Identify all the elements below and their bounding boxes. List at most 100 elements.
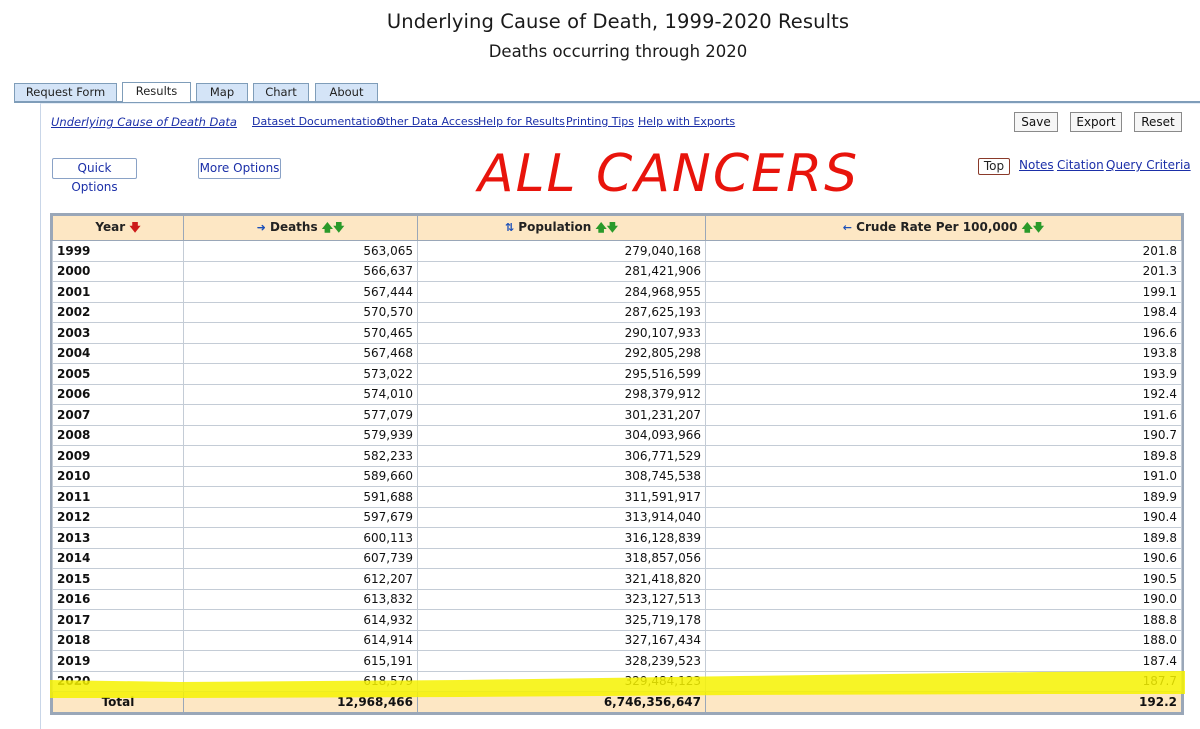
results-table: Year 🡇 ➜ Deaths 🡅🡇 ⇅ Population 🡅🡇 ← Cru… — [52, 215, 1182, 713]
year-cell: 2020 — [52, 670, 184, 692]
swap-icon: ⇅ — [504, 220, 515, 234]
year-cell: 2017 — [52, 609, 184, 631]
arrow-right-icon: ➜ — [256, 220, 266, 234]
notes-link[interactable]: Notes — [1019, 158, 1054, 172]
table-row: 2006 574,010 298,379,912 192.4 — [52, 383, 1182, 405]
crude-rate-cell: 190.4 — [705, 506, 1182, 528]
deaths-header-label: Deaths — [269, 219, 318, 234]
sort-updown-icon[interactable]: 🡅🡇 — [596, 221, 619, 234]
crude-rate-cell: 201.3 — [705, 260, 1182, 282]
total-crude-rate-cell: 192.2 — [705, 691, 1182, 713]
crude-rate-cell: 193.9 — [705, 363, 1182, 385]
population-cell: 298,379,912 — [417, 383, 706, 405]
population-cell: 308,745,538 — [417, 465, 706, 487]
export-button[interactable]: Export — [1070, 112, 1122, 132]
table-row: 2005 573,022 295,516,599 193.9 — [52, 363, 1182, 385]
year-cell: 2006 — [52, 383, 184, 405]
tab-results[interactable]: Results — [122, 82, 191, 102]
year-cell: 2010 — [52, 465, 184, 487]
table-row: 2008 579,939 304,093,966 190.7 — [52, 424, 1182, 446]
deaths-cell: 570,570 — [183, 301, 418, 323]
table-row: 2010 589,660 308,745,538 191.0 — [52, 465, 1182, 487]
table-row: 2012 597,679 313,914,040 190.4 — [52, 506, 1182, 528]
crude-rate-cell: 198.4 — [705, 301, 1182, 323]
table-row: 2014 607,739 318,857,056 190.6 — [52, 547, 1182, 569]
year-header-label: Year — [95, 219, 126, 234]
crude-rate-cell: 188.8 — [705, 609, 1182, 631]
dataset-link[interactable]: Underlying Cause of Death Data — [51, 115, 237, 129]
save-button[interactable]: Save — [1014, 112, 1058, 132]
help-results-link[interactable]: Help for Results — [478, 115, 565, 128]
year-cell: 2005 — [52, 363, 184, 385]
table-row: 2004 567,468 292,805,298 193.8 — [52, 342, 1182, 364]
population-cell: 284,968,955 — [417, 281, 706, 303]
population-cell: 311,591,917 — [417, 486, 706, 508]
arrow-left-icon: ← — [842, 220, 852, 234]
year-cell: 2009 — [52, 445, 184, 467]
year-cell: 2000 — [52, 260, 184, 282]
sort-updown-icon[interactable]: 🡅🡇 — [1022, 221, 1045, 234]
table-row: 2011 591,688 311,591,917 189.9 — [52, 486, 1182, 508]
population-cell: 329,484,123 — [417, 670, 706, 692]
population-cell: 304,093,966 — [417, 424, 706, 446]
total-population-cell: 6,746,356,647 — [417, 691, 706, 713]
table-row: 2001 567,444 284,968,955 199.1 — [52, 281, 1182, 303]
population-cell: 295,516,599 — [417, 363, 706, 385]
table-row: 2009 582,233 306,771,529 189.8 — [52, 445, 1182, 467]
crude-rate-cell: 190.5 — [705, 568, 1182, 590]
table-row: 2002 570,570 287,625,193 198.4 — [52, 301, 1182, 323]
deaths-cell: 579,939 — [183, 424, 418, 446]
population-cell: 321,418,820 — [417, 568, 706, 590]
population-column-header[interactable]: ⇅ Population 🡅🡇 — [417, 215, 706, 241]
population-cell: 313,914,040 — [417, 506, 706, 528]
table-row: 1999 563,065 279,040,168 201.8 — [52, 240, 1182, 262]
population-header-label: Population — [518, 219, 592, 234]
deaths-cell: 612,207 — [183, 568, 418, 590]
deaths-column-header[interactable]: ➜ Deaths 🡅🡇 — [183, 215, 418, 241]
year-cell: 1999 — [52, 240, 184, 262]
documentation-link[interactable]: Dataset Documentation — [252, 115, 383, 128]
year-column-header[interactable]: Year 🡇 — [52, 215, 184, 241]
tab-request-form[interactable]: Request Form — [14, 83, 117, 101]
deaths-cell: 566,637 — [183, 260, 418, 282]
crude-rate-cell: 187.4 — [705, 650, 1182, 672]
population-cell: 281,421,906 — [417, 260, 706, 282]
more-options-button[interactable]: More Options — [198, 158, 281, 179]
year-cell: 2001 — [52, 281, 184, 303]
top-link[interactable]: Top — [978, 158, 1010, 175]
crude-rate-header-label: Crude Rate Per 100,000 — [856, 219, 1018, 234]
sort-down-icon[interactable]: 🡇 — [129, 221, 140, 234]
quick-options-button[interactable]: Quick Options — [52, 158, 137, 194]
tab-chart[interactable]: Chart — [253, 83, 309, 101]
crude-rate-cell: 201.8 — [705, 240, 1182, 262]
crude-rate-cell: 187.7 — [705, 670, 1182, 692]
deaths-cell: 615,191 — [183, 650, 418, 672]
all-cancers-annotation: ALL CANCERS — [475, 144, 857, 204]
reset-button[interactable]: Reset — [1134, 112, 1182, 132]
printing-tips-link[interactable]: Printing Tips — [566, 115, 634, 128]
crude-rate-cell: 196.6 — [705, 322, 1182, 344]
table-row: 2015 612,207 321,418,820 190.5 — [52, 568, 1182, 590]
year-cell: 2011 — [52, 486, 184, 508]
query-criteria-link[interactable]: Query Criteria — [1106, 158, 1191, 172]
table-row: 2007 577,079 301,231,207 191.6 — [52, 404, 1182, 426]
sort-updown-icon[interactable]: 🡅🡇 — [322, 221, 345, 234]
crude-rate-cell: 190.0 — [705, 588, 1182, 610]
year-cell: 2014 — [52, 547, 184, 569]
tab-map[interactable]: Map — [196, 83, 248, 101]
citation-link[interactable]: Citation — [1057, 158, 1104, 172]
other-data-access-link[interactable]: Other Data Access — [377, 115, 479, 128]
population-cell: 325,719,178 — [417, 609, 706, 631]
help-exports-link[interactable]: Help with Exports — [638, 115, 735, 128]
tab-about[interactable]: About — [315, 83, 378, 101]
crude-rate-column-header[interactable]: ← Crude Rate Per 100,000 🡅🡇 — [705, 215, 1182, 241]
deaths-cell: 589,660 — [183, 465, 418, 487]
crude-rate-cell: 191.0 — [705, 465, 1182, 487]
year-cell: 2016 — [52, 588, 184, 610]
table-row: 2013 600,113 316,128,839 189.8 — [52, 527, 1182, 549]
deaths-cell: 614,932 — [183, 609, 418, 631]
crude-rate-cell: 191.6 — [705, 404, 1182, 426]
deaths-cell: 618,579 — [183, 670, 418, 692]
deaths-cell: 591,688 — [183, 486, 418, 508]
crude-rate-cell: 190.7 — [705, 424, 1182, 446]
